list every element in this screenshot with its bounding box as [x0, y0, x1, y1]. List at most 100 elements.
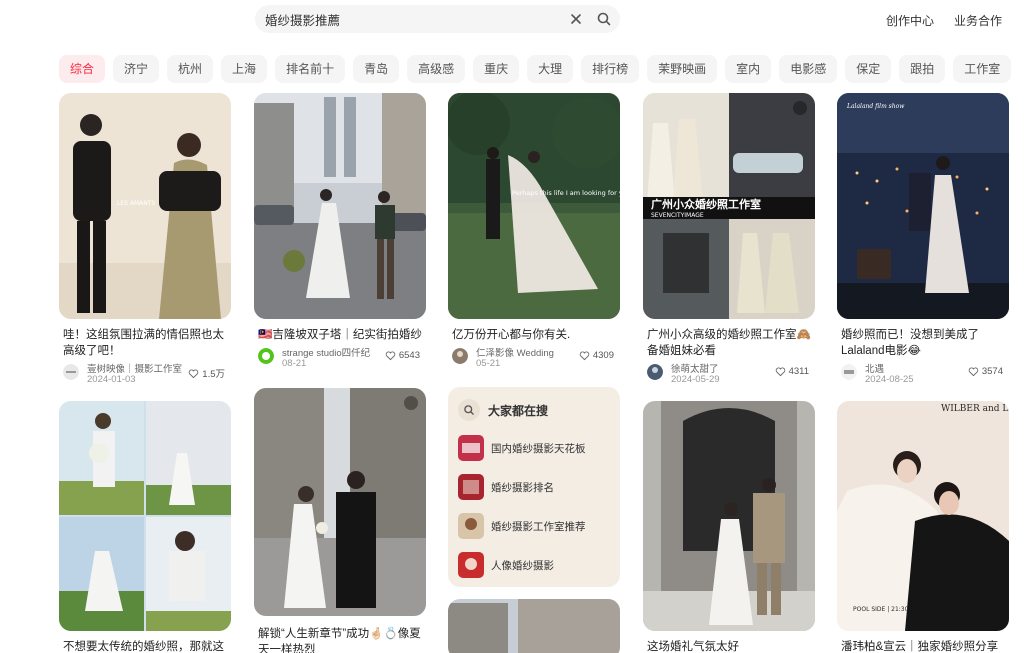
like-button[interactable]: 4309 — [579, 350, 614, 361]
like-button[interactable]: 3574 — [968, 366, 1003, 377]
avatar[interactable] — [452, 348, 468, 364]
tab-baoding[interactable]: 保定 — [845, 55, 892, 83]
trending-thumbnail — [458, 474, 484, 500]
like-count: 6543 — [398, 350, 420, 361]
post-cover-image[interactable]: 广州小众婚纱照工作室 SEVENCITYIMAGE — [643, 93, 815, 319]
post-title[interactable]: 🇲🇾吉隆坡双子塔｜纪实街拍婚纱照 — [258, 327, 424, 343]
heart-icon — [968, 367, 979, 377]
trending-title: 大家都在搜 — [488, 403, 549, 418]
search-icon — [458, 399, 480, 421]
post-cover-image[interactable]: LES AMANTS — [59, 93, 231, 319]
trending-item[interactable]: 国内婚纱摄影天花板 — [458, 435, 586, 461]
trending-label: 人像婚纱摄影 — [491, 559, 554, 572]
trending-item[interactable]: 婚纱摄影工作室推荐 — [458, 513, 586, 539]
clear-icon[interactable] — [568, 11, 584, 27]
tab-cinematic[interactable]: 电影感 — [779, 55, 838, 83]
post-date: 2024-08-25 — [865, 374, 914, 385]
image-caption: Perhaps this life I am looking for you — [512, 189, 620, 197]
tab-high-end[interactable]: 高级感 — [407, 55, 466, 83]
post-cover-image[interactable] — [643, 401, 815, 631]
search-icon[interactable] — [596, 11, 612, 27]
author-name[interactable]: 仁泽影像 Wedding — [476, 345, 576, 359]
avatar[interactable] — [841, 364, 857, 380]
image-caption: Lalaland film show — [846, 103, 905, 110]
tab-qingdao[interactable]: 青岛 — [353, 55, 400, 83]
like-button[interactable]: 6543 — [385, 350, 420, 361]
post-cover-image[interactable] — [59, 401, 231, 631]
post-date: 2024-05-29 — [671, 374, 720, 385]
post-meta: 仁泽影像 Wedding 05-21 4309 — [452, 345, 618, 369]
video-play-icon — [404, 396, 418, 410]
like-count: 3574 — [981, 366, 1003, 377]
like-count: 1.5万 — [202, 369, 225, 380]
post-title[interactable]: 解锁“人生新章节”成功🤞🏻💍像夏天一样热烈 — [258, 626, 424, 653]
tab-studio[interactable]: 工作室 — [953, 55, 1012, 83]
post-title[interactable]: 不想要太传统的婚纱照，那就这样 — [63, 639, 229, 653]
trending-label: 婚纱摄影工作室推荐 — [491, 520, 586, 533]
post-title[interactable]: 这场婚礼气氛太好 — [647, 639, 813, 653]
search-input[interactable] — [265, 10, 555, 28]
like-button[interactable]: 4311 — [775, 366, 809, 377]
post-title[interactable]: 潘玮柏&宣云｜独家婚纱照分享 — [841, 639, 1007, 653]
like-count: 4309 — [592, 350, 614, 361]
category-tabs: 综合 济宁 杭州 上海 排名前十 青岛 高级感 重庆 大理 排行榜 茉野映画 室… — [59, 55, 1012, 83]
tab-dali[interactable]: 大理 — [527, 55, 574, 83]
tab-all[interactable]: 综合 — [59, 55, 106, 83]
trending-item[interactable]: 人像婚纱摄影 — [458, 552, 554, 578]
trending-thumbnail — [458, 552, 484, 578]
post-meta: 徐萌太甜了 2024-05-29 4311 — [647, 361, 813, 385]
image-caption: POOL SIDE | 21:30 — [853, 606, 909, 613]
post-title[interactable]: 亿万份开心都与你有关. — [452, 327, 618, 343]
tab-hangzhou[interactable]: 杭州 — [167, 55, 214, 83]
like-button[interactable]: 1.5万 — [188, 366, 225, 380]
search-bar — [255, 5, 620, 33]
trending-label: 国内婚纱摄影天花板 — [491, 442, 586, 455]
post-cover-image[interactable] — [254, 388, 426, 616]
post-title[interactable]: 哇！这组氛围拉满的情侣照也太高级了吧！ — [63, 327, 229, 359]
post-date: 08-21 — [282, 358, 307, 369]
tab-top-ten[interactable]: 排名前十 — [275, 55, 346, 83]
avatar[interactable] — [647, 364, 663, 380]
tab-indoor[interactable]: 室内 — [725, 55, 772, 83]
post-cover-image[interactable]: Perhaps this life I am looking for you — [448, 93, 620, 319]
tab-jining[interactable]: 济宁 — [113, 55, 160, 83]
avatar[interactable] — [63, 364, 79, 380]
tab-moye-studio[interactable]: 茉野映画 — [647, 55, 718, 83]
post-date: 05-21 — [476, 358, 501, 369]
trending-label: 婚纱摄影排名 — [491, 481, 554, 494]
tab-follow-shoot[interactable]: 跟拍 — [899, 55, 946, 83]
post-meta: strange studio四仟纪 08-21 6543 — [258, 345, 424, 369]
post-date: 2024-01-03 — [87, 374, 136, 385]
post-cover-image[interactable]: Lalaland film show — [837, 93, 1009, 319]
author-name[interactable]: 壹树映像｜摄影工作室 — [87, 361, 187, 375]
post-meta: 北遇 2024-08-25 3574 — [841, 361, 1007, 385]
author-name[interactable]: strange studio四仟纪 — [282, 345, 382, 359]
heart-icon — [189, 369, 199, 378]
trending-thumbnail — [458, 435, 484, 461]
author-name[interactable]: 徐萌太甜了 — [671, 361, 771, 375]
trending-item[interactable]: 婚纱摄影排名 — [458, 474, 554, 500]
heart-icon — [775, 367, 785, 377]
tab-ranking[interactable]: 排行榜 — [581, 55, 640, 83]
post-cover-image[interactable] — [254, 93, 426, 319]
post-meta: 壹树映像｜摄影工作室 2024-01-03 1.5万 — [63, 361, 229, 385]
tab-chongqing[interactable]: 重庆 — [473, 55, 520, 83]
image-caption: SEVENCITYIMAGE — [651, 212, 704, 219]
trending-thumbnail — [458, 513, 484, 539]
trending-header: 大家都在搜 — [458, 399, 548, 421]
image-caption: 广州小众婚纱照工作室 — [651, 197, 761, 211]
creator-center-link[interactable]: 创作中心 — [886, 12, 934, 29]
post-title[interactable]: 婚纱照而已！没想到美成了Lalaland电影😂 — [841, 327, 1007, 359]
author-name[interactable]: 北遇 — [865, 361, 965, 375]
like-count: 4311 — [788, 366, 809, 377]
post-cover-image[interactable] — [448, 599, 620, 653]
business-cooperation-link[interactable]: 业务合作 — [954, 12, 1002, 29]
post-cover-image[interactable]: WILBER and LUNA POOL SIDE | 21:30 — [837, 401, 1009, 631]
tab-shanghai[interactable]: 上海 — [221, 55, 268, 83]
video-play-icon — [793, 101, 807, 115]
trending-searches-panel: 大家都在搜 国内婚纱摄影天花板 婚纱摄影排名 婚纱摄影工作室推荐 人像婚纱摄影 — [448, 387, 620, 587]
heart-icon — [579, 351, 590, 361]
avatar[interactable] — [258, 348, 274, 364]
image-caption: LES AMANTS — [117, 200, 155, 207]
post-title[interactable]: 广州小众高级的婚纱照工作室🙈备婚姐妹必看 — [647, 327, 813, 359]
